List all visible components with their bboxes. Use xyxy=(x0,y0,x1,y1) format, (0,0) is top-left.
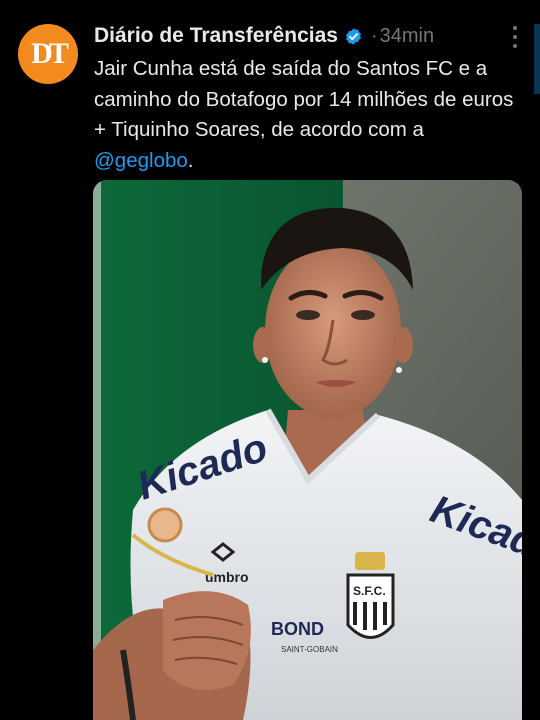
shirt-brand: umbro xyxy=(205,569,249,585)
fist xyxy=(163,591,251,690)
crest-text: S.F.C. xyxy=(353,584,386,598)
right-eye xyxy=(351,310,375,320)
avatar[interactable]: DT xyxy=(18,24,78,84)
header-separator: · xyxy=(370,24,378,47)
sponsor-sub: SAINT-GOBAIN xyxy=(281,645,338,654)
photo-illustration: Kicado Kicado umbro S.F.C. BOND SAINT-GO… xyxy=(93,180,522,720)
tweet-photo[interactable]: Kicado Kicado umbro S.F.C. BOND SAINT-GO… xyxy=(93,180,522,720)
author-name[interactable]: Diário de Transferências xyxy=(94,24,338,48)
more-options-icon[interactable] xyxy=(512,26,518,48)
mention-link[interactable]: @geglobo xyxy=(94,149,188,172)
tweet-text-main: Jair Cunha está de saída do Santos FC e … xyxy=(94,57,514,141)
edge-indicator xyxy=(534,24,540,94)
verified-badge-icon xyxy=(346,27,361,45)
crest-star xyxy=(355,552,385,570)
tweet-text: Jair Cunha está de saída do Santos FC e … xyxy=(94,54,524,176)
avatar-monogram: DT xyxy=(31,37,69,70)
tweet-timestamp[interactable]: 34min xyxy=(380,25,434,48)
tweet-text-end: . xyxy=(187,148,194,172)
sponsor-bond: BOND xyxy=(271,619,324,639)
tweet-header: Diário de Transferências · 34min xyxy=(94,20,520,52)
left-eye xyxy=(296,310,320,320)
